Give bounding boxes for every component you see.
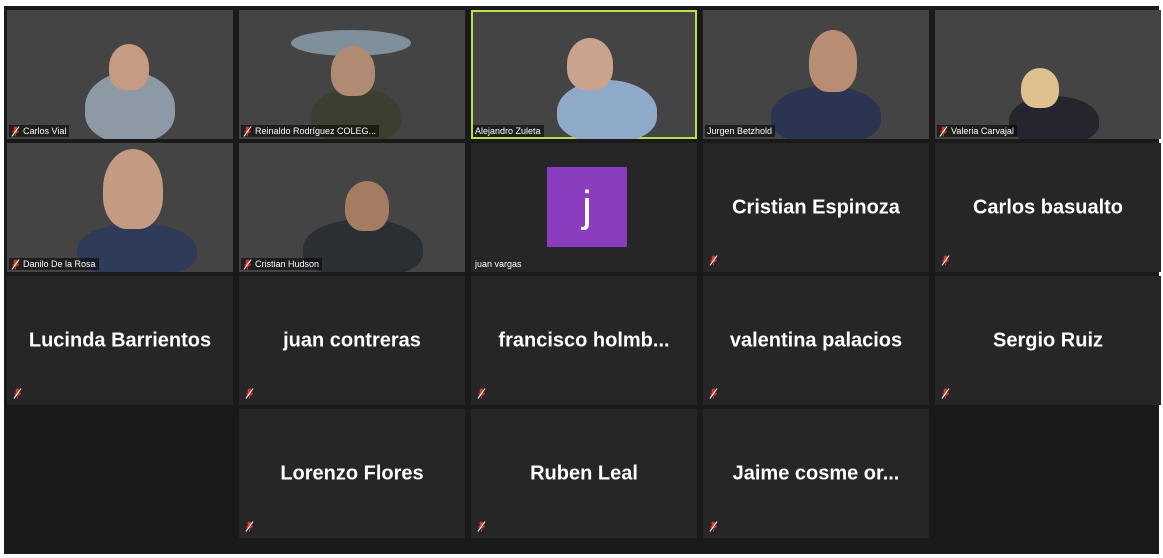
mic-muted-icon	[245, 521, 254, 532]
video-tile-cristian-hudson[interactable]: Cristian Hudson	[239, 143, 465, 272]
participant-video-placeholder	[557, 80, 657, 139]
participant-video-placeholder	[109, 44, 149, 90]
mic-muted-icon	[709, 255, 718, 266]
participant-name-label: Danilo De la Rosa	[9, 258, 99, 270]
tile-sergio-ruiz[interactable]: Sergio Ruiz	[935, 276, 1161, 405]
participant-name-label: Alejandro Zuleta	[473, 125, 544, 137]
tile-valentina-palacios[interactable]: valentina palacios	[703, 276, 929, 405]
participant-video-placeholder	[345, 181, 389, 231]
mic-muted-icon	[243, 259, 252, 270]
tile-juan-vargas[interactable]: j juan vargas	[471, 143, 697, 272]
participant-name-label: Valeria Carvajal	[937, 125, 1017, 137]
participant-name: Jaime cosme or...	[732, 462, 900, 484]
tile-juan-contreras[interactable]: juan contreras	[239, 276, 465, 405]
participant-name: Ruben Leal	[530, 462, 638, 484]
participant-name: Carlos basualto	[972, 196, 1124, 218]
tile-lorenzo-flores[interactable]: Lorenzo Flores	[239, 409, 465, 538]
tile-cristian-espinoza[interactable]: Cristian Espinoza	[703, 143, 929, 272]
video-tile-jurgen-betzhold[interactable]: Jurgen Betzhold	[703, 10, 929, 139]
participant-video-placeholder	[567, 38, 613, 90]
avatar: j	[547, 167, 627, 247]
tile-ruben-leal[interactable]: Ruben Leal	[471, 409, 697, 538]
video-tile-reinaldo-rodriguez[interactable]: Reinaldo Rodríguez COLEG...	[239, 10, 465, 139]
participant-name: Lucinda Barrientos	[28, 329, 212, 351]
participant-name-label: Cristian Hudson	[241, 258, 323, 270]
mic-muted-icon	[709, 388, 718, 399]
video-tile-danilo-de-la-rosa[interactable]: Danilo De la Rosa	[7, 143, 233, 272]
participant-name: valentina palacios	[729, 329, 903, 351]
participant-name: Sergio Ruiz	[992, 329, 1103, 351]
mic-muted-icon	[477, 521, 486, 532]
participant-video-placeholder	[331, 46, 375, 96]
participant-name: francisco holmb...	[498, 329, 670, 351]
video-tile-alejandro-zuleta[interactable]: Alejandro Zuleta	[471, 10, 697, 139]
participant-name: Lorenzo Flores	[280, 462, 424, 484]
tile-francisco-holmb[interactable]: francisco holmb...	[471, 276, 697, 405]
participant-name: juan contreras	[283, 329, 421, 351]
video-tile-valeria-carvajal[interactable]: Valeria Carvajal	[935, 10, 1161, 139]
mic-muted-icon	[243, 126, 252, 137]
participant-name-label: Carlos Vial	[9, 125, 70, 137]
gallery-view: Carlos Vial Reinaldo Rodríguez COLEG... …	[4, 6, 1161, 554]
mic-muted-icon	[941, 255, 950, 266]
mic-muted-icon	[11, 259, 20, 270]
participant-name: Cristian Espinoza	[732, 196, 900, 218]
zoom-window: Carlos Vial Reinaldo Rodríguez COLEG... …	[0, 0, 1163, 558]
mic-muted-icon	[941, 388, 950, 399]
mic-muted-icon	[477, 388, 486, 399]
participant-name-label: juan vargas	[475, 259, 522, 269]
mic-muted-icon	[13, 388, 22, 399]
mic-muted-icon	[939, 126, 948, 137]
tile-jaime-cosme[interactable]: Jaime cosme or...	[703, 409, 929, 538]
mic-muted-icon	[245, 388, 254, 399]
mic-muted-icon	[11, 126, 20, 137]
participant-name-label: Jurgen Betzhold	[705, 125, 776, 137]
participant-name-label: Reinaldo Rodríguez COLEG...	[241, 125, 380, 137]
tile-carlos-basualto[interactable]: Carlos basualto	[935, 143, 1161, 272]
video-tile-carlos-vial[interactable]: Carlos Vial	[7, 10, 233, 139]
tile-lucinda-barrientos[interactable]: Lucinda Barrientos	[7, 276, 233, 405]
participant-video-placeholder	[809, 30, 857, 92]
mic-muted-icon	[709, 521, 718, 532]
participant-video-placeholder	[1021, 68, 1059, 108]
participant-video-placeholder	[771, 86, 881, 139]
participant-video-placeholder	[103, 149, 163, 229]
